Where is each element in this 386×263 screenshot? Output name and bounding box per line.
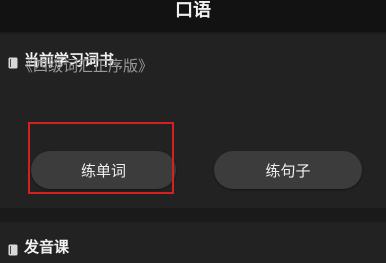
book-icon: [8, 241, 18, 256]
page-title: 口语: [175, 0, 211, 21]
practice-words-button[interactable]: 练单词: [31, 151, 176, 189]
current-book-name[interactable]: 《四级词汇正序版》: [18, 56, 153, 76]
practice-sentences-button[interactable]: 练句子: [214, 151, 362, 189]
pronunciation-title: 发音课: [24, 238, 70, 256]
speaking-screen: 口语 当前学习词书 《四级词汇正序版》 练单词 练句子 发音课: [0, 0, 386, 263]
pronunciation-section-header[interactable]: 发音课: [8, 237, 69, 257]
book-icon: [8, 54, 18, 69]
top-bar: 口语: [0, 0, 386, 32]
